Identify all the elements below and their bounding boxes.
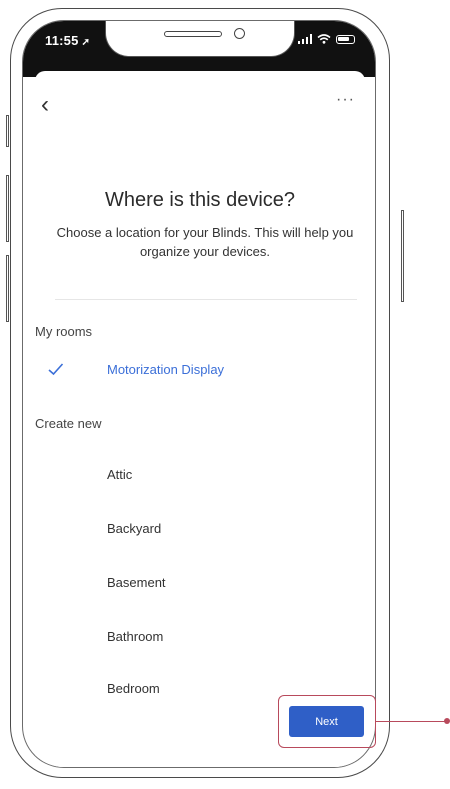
mute-switch <box>6 115 9 147</box>
room-label: Motorization Display <box>107 361 225 377</box>
phone-screen: 11:55 ➚ ‹ ··· Where is this device? Choos… <box>22 20 376 768</box>
back-chevron-icon[interactable]: ‹ <box>41 93 49 117</box>
divider <box>55 299 357 300</box>
status-icons <box>297 34 355 44</box>
page-subtitle: Choose a location for your Blinds. This … <box>56 225 354 259</box>
front-camera <box>234 28 245 39</box>
room-label: Bathroom <box>107 628 164 644</box>
battery-icon <box>336 34 355 44</box>
status-time-text: 11:55 <box>45 33 79 48</box>
callout-line <box>376 721 446 723</box>
location-sheet: ‹ ··· Where is this device? Choose a loc… <box>35 71 365 767</box>
room-item-backyard[interactable]: Backyard <box>35 513 355 543</box>
page-title: Where is this device? <box>104 189 296 211</box>
create-new-label: Create new <box>35 416 102 431</box>
check-icon <box>48 363 64 376</box>
volume-up-button <box>6 175 9 242</box>
status-time: 11:55 ➚ <box>45 33 90 48</box>
wifi-icon <box>317 34 331 44</box>
speaker-grille <box>164 31 222 37</box>
room-label: Bedroom <box>107 680 160 696</box>
notch <box>105 21 295 57</box>
room-item-motorization-display[interactable]: Motorization Display <box>35 354 355 384</box>
next-button[interactable]: Next <box>289 706 364 737</box>
my-rooms-label: My rooms <box>35 324 93 339</box>
location-icon: ➚ <box>81 37 91 48</box>
room-label: Backyard <box>107 520 162 536</box>
room-label: Attic <box>107 466 133 482</box>
room-item-bathroom[interactable]: Bathroom <box>35 621 355 651</box>
more-options-icon[interactable]: ··· <box>336 91 355 109</box>
room-item-attic[interactable]: Attic <box>35 459 355 489</box>
power-button <box>401 210 404 302</box>
room-item-basement[interactable]: Basement <box>35 567 355 597</box>
signal-icon <box>297 34 312 44</box>
callout-dot <box>444 718 450 724</box>
volume-down-button <box>6 255 9 322</box>
room-label: Basement <box>107 574 166 590</box>
